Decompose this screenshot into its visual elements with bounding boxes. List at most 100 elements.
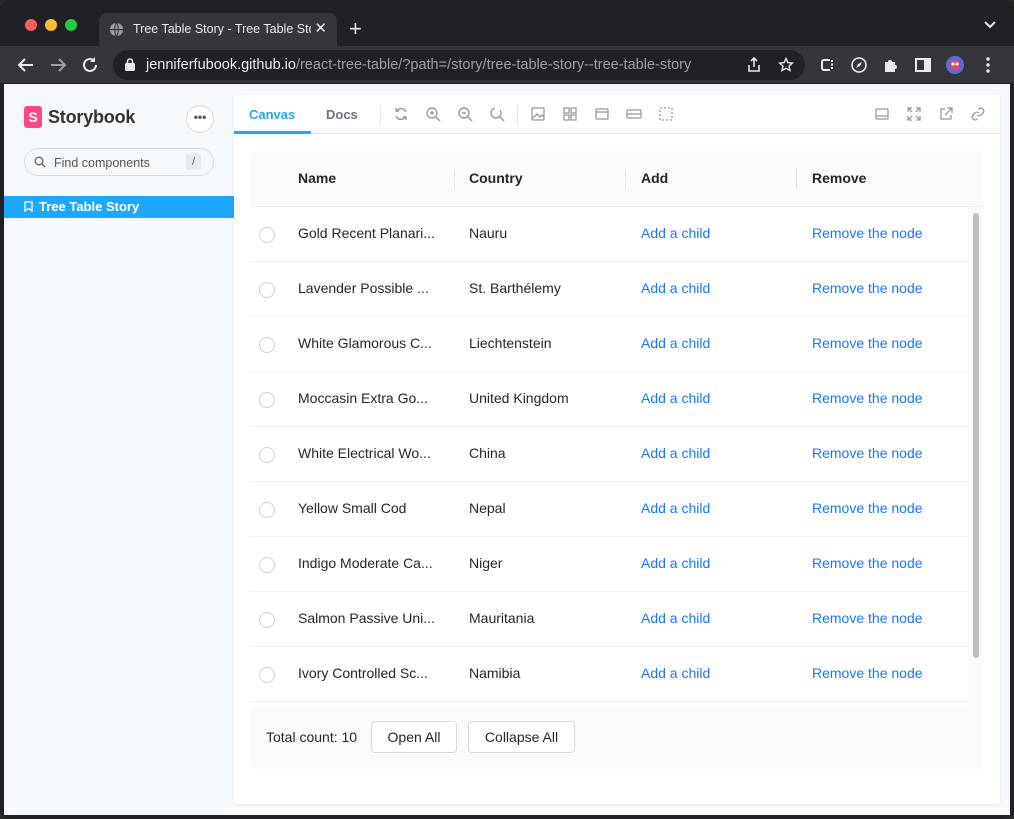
remove-node-link[interactable]: Remove the node <box>812 280 923 296</box>
outline-icon[interactable] <box>658 106 674 122</box>
name-cell: Indigo Moderate Ca... <box>298 555 433 571</box>
panel-toolbar: Canvas Docs <box>234 95 1000 134</box>
search-input[interactable]: Find components / <box>24 148 214 176</box>
country-cell: Liechtenstein <box>469 335 552 351</box>
row-select-radio[interactable] <box>259 557 275 573</box>
remove-node-link[interactable]: Remove the node <box>812 555 923 571</box>
tab-docs[interactable]: Docs <box>326 107 358 122</box>
tab-canvas[interactable]: Canvas <box>249 107 295 122</box>
table-body: Gold Recent Planari... Nauru Add a child… <box>250 207 968 707</box>
name-cell: Lavender Possible ... <box>298 280 429 296</box>
fullscreen-icon[interactable] <box>906 106 922 122</box>
add-child-link[interactable]: Add a child <box>641 555 710 571</box>
address-bar[interactable]: jenniferfubook.github.io/react-tree-tabl… <box>113 50 805 80</box>
column-divider <box>625 169 626 189</box>
zoom-out-icon[interactable] <box>457 106 473 122</box>
add-child-link[interactable]: Add a child <box>641 280 710 296</box>
browser-window: Tree Table Story - Tree Table Story ✕ + … <box>0 0 1014 819</box>
remove-node-link[interactable]: Remove the node <box>812 610 923 626</box>
sidebar-item-tree-table-story[interactable]: Tree Table Story <box>4 196 234 218</box>
kebab-menu-icon[interactable] <box>979 56 997 74</box>
add-child-link[interactable]: Add a child <box>641 335 710 351</box>
add-child-link[interactable]: Add a child <box>641 500 710 516</box>
share-icon[interactable] <box>746 57 762 73</box>
row-select-radio[interactable] <box>259 282 275 298</box>
table-row: Salmon Passive Uni... Mauritania Add a c… <box>250 592 968 647</box>
grid-icon[interactable] <box>562 106 578 122</box>
extension-c-icon[interactable] <box>818 56 836 74</box>
country-cell: Nauru <box>469 225 508 241</box>
total-count: Total count: 10 <box>266 729 358 745</box>
column-divider <box>796 169 797 189</box>
column-header-remove: Remove <box>812 170 867 186</box>
remove-node-link[interactable]: Remove the node <box>812 390 923 406</box>
measure-icon[interactable] <box>626 106 642 122</box>
copy-link-icon[interactable] <box>970 106 986 122</box>
new-tab-button[interactable]: + <box>349 18 362 40</box>
add-child-link[interactable]: Add a child <box>641 610 710 626</box>
country-cell: United Kingdom <box>469 390 569 406</box>
row-select-radio[interactable] <box>259 392 275 408</box>
search-placeholder: Find components <box>54 156 150 170</box>
row-select-radio[interactable] <box>259 502 275 518</box>
row-select-radio[interactable] <box>259 667 275 683</box>
lock-icon[interactable] <box>125 58 135 71</box>
table-row: White Glamorous C... Liechtenstein Add a… <box>250 317 968 372</box>
table-footer: Total count: 10 Open All Collapse All <box>250 707 983 769</box>
scrollbar-thumb[interactable] <box>973 213 979 658</box>
row-select-radio[interactable] <box>259 447 275 463</box>
close-tab-icon[interactable]: ✕ <box>314 20 327 38</box>
add-child-link[interactable]: Add a child <box>641 445 710 461</box>
maximize-window-button[interactable] <box>65 19 77 31</box>
browser-toolbar: jenniferfubook.github.io/react-tree-tabl… <box>0 46 1014 84</box>
profile-avatar-icon[interactable] <box>946 56 964 74</box>
addons-panel-icon[interactable] <box>874 106 890 122</box>
country-cell: Mauritania <box>469 610 535 626</box>
sidebar-menu-button[interactable]: ••• <box>186 105 214 133</box>
sync-icon[interactable] <box>393 106 409 122</box>
storybook-page: S Storybook ••• Find components / Tree T… <box>4 84 1010 815</box>
back-arrow-icon[interactable] <box>17 56 35 74</box>
reload-icon[interactable] <box>81 56 99 74</box>
remove-node-link[interactable]: Remove the node <box>812 335 923 351</box>
row-select-radio[interactable] <box>259 227 275 243</box>
url-host: jenniferfubook.github.io <box>146 57 296 73</box>
side-panel-icon[interactable] <box>914 56 932 74</box>
close-window-button[interactable] <box>25 19 37 31</box>
remove-node-link[interactable]: Remove the node <box>812 665 923 681</box>
toolbar-divider <box>517 105 518 125</box>
collapse-all-button[interactable]: Collapse All <box>468 721 575 753</box>
search-icon <box>34 156 46 168</box>
sidebar-item-label: Tree Table Story <box>39 199 140 214</box>
star-icon[interactable] <box>778 57 794 73</box>
viewport-icon[interactable] <box>594 106 610 122</box>
remove-node-link[interactable]: Remove the node <box>812 500 923 516</box>
forward-arrow-icon[interactable] <box>49 56 67 74</box>
country-cell: St. Barthélemy <box>469 280 561 296</box>
table-header: Name Country Add Remove <box>250 151 983 207</box>
country-cell: Nepal <box>469 500 506 516</box>
chevron-down-icon[interactable] <box>984 21 996 29</box>
table-row: White Electrical Wo... China Add a child… <box>250 427 968 482</box>
table-scrollbar[interactable] <box>968 207 983 707</box>
minimize-window-button[interactable] <box>45 19 57 31</box>
search-shortcut-key: / <box>186 154 201 170</box>
add-child-link[interactable]: Add a child <box>641 225 710 241</box>
compass-icon[interactable] <box>850 56 868 74</box>
globe-icon <box>109 22 124 37</box>
open-new-tab-icon[interactable] <box>938 106 954 122</box>
puzzle-extension-icon[interactable] <box>882 56 900 74</box>
row-select-radio[interactable] <box>259 612 275 628</box>
storybook-title[interactable]: Storybook <box>48 107 135 128</box>
remove-node-link[interactable]: Remove the node <box>812 445 923 461</box>
add-child-link[interactable]: Add a child <box>641 665 710 681</box>
background-image-icon[interactable] <box>530 106 546 122</box>
remove-node-link[interactable]: Remove the node <box>812 225 923 241</box>
row-select-radio[interactable] <box>259 337 275 353</box>
add-child-link[interactable]: Add a child <box>641 390 710 406</box>
open-all-button[interactable]: Open All <box>371 721 457 753</box>
column-header-country: Country <box>469 170 523 186</box>
zoom-reset-icon[interactable] <box>489 106 505 122</box>
zoom-in-icon[interactable] <box>425 106 441 122</box>
browser-tab[interactable]: Tree Table Story - Tree Table Story ✕ <box>99 13 337 46</box>
